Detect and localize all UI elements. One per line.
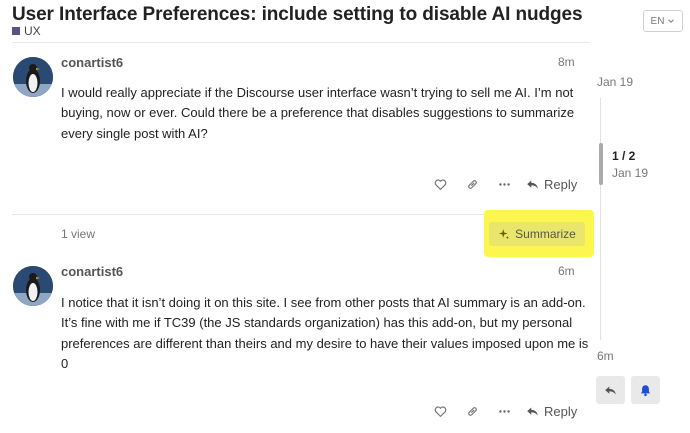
language-label: EN (650, 15, 665, 27)
like-button[interactable] (424, 400, 456, 422)
post-body: I would really appreciate if the Discour… (61, 85, 575, 141)
category-color-swatch (12, 27, 20, 35)
ellipsis-icon (498, 409, 510, 413)
topic-title: User Interface Preferences: include sett… (12, 4, 583, 25)
copy-link-button[interactable] (456, 173, 488, 195)
link-icon (467, 179, 477, 189)
avatar[interactable] (13, 57, 53, 97)
reply-label: Reply (544, 403, 578, 419)
timeline-current-date: Jan 19 (612, 166, 649, 180)
more-actions-button[interactable] (488, 173, 520, 195)
more-actions-button[interactable] (488, 400, 520, 422)
summarize-label: Summarize (515, 227, 576, 241)
post-username[interactable]: conartist6 (61, 55, 123, 70)
timeline-end-date[interactable]: 6m (597, 349, 614, 363)
sparkles-icon (499, 229, 510, 240)
heart-icon (434, 178, 446, 190)
topic-reply-button[interactable] (596, 376, 625, 404)
like-button[interactable] (424, 173, 456, 195)
timeline-start-date[interactable]: Jan 19 (597, 75, 633, 89)
copy-link-button[interactable] (456, 400, 488, 422)
category-name: UX (24, 24, 41, 38)
post-age[interactable]: 6m (558, 264, 575, 278)
ellipsis-icon (498, 182, 510, 186)
reply-icon (527, 179, 538, 189)
avatar[interactable] (13, 266, 53, 306)
bell-icon (640, 384, 651, 396)
view-count: 1 view (61, 227, 96, 241)
reply-button[interactable]: Reply (520, 173, 583, 195)
reply-icon (605, 385, 616, 395)
avatar-penguin-image (13, 57, 53, 97)
reply-icon (527, 406, 538, 416)
reply-button[interactable]: Reply (520, 400, 583, 422)
post-age[interactable]: 8m (558, 55, 575, 69)
chevron-down-icon (668, 19, 675, 23)
category-badge[interactable]: UX (12, 24, 41, 38)
post-actions: Reply (424, 400, 583, 422)
link-icon (467, 406, 477, 416)
summarize-button[interactable]: Summarize (489, 222, 585, 246)
timeline-scrollarea[interactable] (600, 98, 601, 340)
timeline-handle[interactable] (599, 143, 603, 185)
language-selector[interactable]: EN (643, 10, 683, 32)
reply-label: Reply (544, 176, 578, 192)
header-divider (12, 42, 590, 43)
timeline-position: 1 / 2 (612, 149, 636, 163)
notification-level-button[interactable] (631, 376, 660, 404)
avatar-penguin-image (13, 266, 53, 306)
post-body: I notice that it isn’t doing it on this … (61, 295, 589, 372)
post-actions: Reply (424, 173, 583, 195)
post-username[interactable]: conartist6 (61, 264, 123, 279)
heart-icon (434, 405, 446, 417)
